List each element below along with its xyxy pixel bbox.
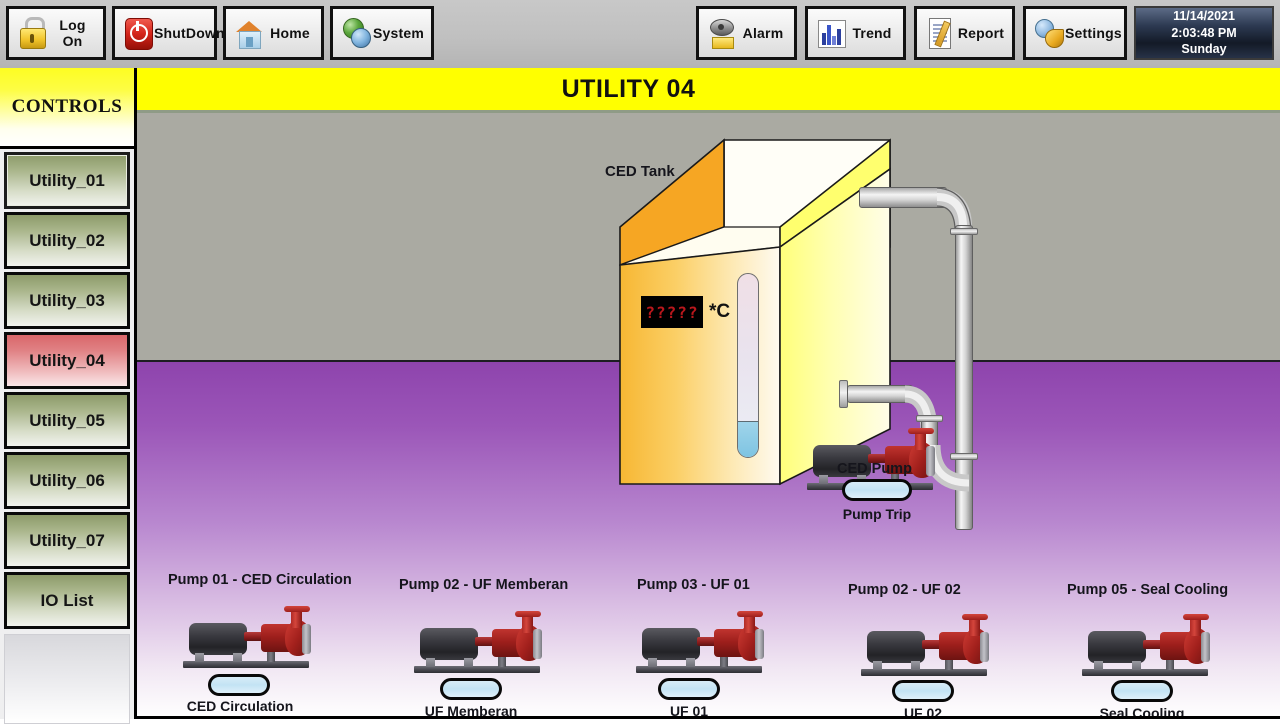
page-title: UTILITY 04: [561, 74, 696, 103]
tank-temperature-display[interactable]: ?????: [641, 296, 703, 328]
system-button[interactable]: System: [330, 6, 434, 60]
main-panel: UTILITY 04 CED Tank ????? *C CED Pump Pu…: [137, 68, 1280, 719]
controls-sidebar: CONTROLS Utility_01 Utility_02 Utility_0…: [0, 68, 137, 724]
pump-01-graphic: [181, 606, 311, 668]
sidebar-item-utility-02[interactable]: Utility_02: [4, 212, 130, 269]
pump-01-title: Pump 01 - CED Circulation: [168, 572, 352, 588]
pump-02-status-label: UF Memberan Pump Trip: [393, 703, 549, 716]
sidebar-item-label: Utility_01: [29, 170, 105, 190]
clock-day: Sunday: [1181, 42, 1227, 57]
pump-02-status-line1: UF Memberan: [424, 703, 518, 716]
sidebar-item-label: Utility_02: [29, 230, 105, 250]
alarm-button[interactable]: Alarm: [696, 6, 797, 60]
process-diagram: CED Tank ????? *C CED Pump Pump Trip Pum…: [137, 113, 1280, 716]
pump-suction-cover: [926, 446, 935, 476]
sidebar-item-utility-05[interactable]: Utility_05: [4, 392, 130, 449]
ced-pump-status-indicator[interactable]: [842, 479, 912, 501]
sidebar-item-label: Utility_03: [29, 290, 105, 310]
sidebar-item-utility-06[interactable]: Utility_06: [4, 452, 130, 509]
pump-04-status-label: UF 02: [845, 705, 1001, 716]
power-icon: [122, 16, 154, 50]
sidebar-item-utility-03[interactable]: Utility_03: [4, 272, 130, 329]
clock-date: 11/14/2021: [1173, 8, 1235, 23]
home-button[interactable]: Home: [223, 6, 324, 60]
sidebar-item-label: Utility_06: [29, 470, 105, 490]
pump-05-status-indicator[interactable]: [1111, 680, 1173, 702]
pump-03-status-label: UF 01: [611, 703, 767, 716]
globe-icon: [340, 16, 372, 50]
pump-03-status-indicator[interactable]: [658, 678, 720, 700]
sidebar-filler: [4, 634, 130, 724]
shutdown-button[interactable]: ShutDown: [112, 6, 225, 60]
page-title-bar: UTILITY 04: [137, 68, 1280, 113]
pipe-flange-upper: [950, 228, 978, 235]
settings-button[interactable]: Settings: [1023, 6, 1127, 60]
pump-01-status-label: CED Circulation Pump Trip: [162, 698, 318, 716]
tank-level-gauge: [737, 273, 759, 458]
pump-02-title: Pump 02 - UF Memberan: [399, 577, 569, 593]
pump-05-title: Pump 05 - Seal Cooling: [1067, 582, 1229, 598]
controls-header: CONTROLS: [0, 68, 134, 149]
house-icon: [233, 16, 265, 50]
log-on-button[interactable]: Log On: [6, 6, 106, 60]
pump-04-status-line1: UF 02: [903, 705, 943, 716]
pump-05-graphic: [1080, 614, 1210, 676]
clock-time: 2:03:48 PM: [1171, 25, 1237, 40]
sidebar-item-io-list[interactable]: IO List: [4, 572, 130, 629]
bar-chart-icon: [815, 16, 847, 50]
tank-temperature-value: ?????: [645, 302, 699, 322]
document-pen-icon: [924, 16, 956, 50]
gear-wrench-icon: [1033, 16, 1065, 50]
sidebar-item-utility-04[interactable]: Utility_04: [4, 332, 130, 389]
pump-03-status-line1: UF 01: [669, 703, 709, 716]
clock-display: 11/14/2021 2:03:48 PM Sunday: [1134, 6, 1274, 60]
trend-button[interactable]: Trend: [805, 6, 906, 60]
top-toolbar: Log On ShutDown Home System Alarm Trend …: [0, 0, 1280, 70]
tank-level-fill: [738, 421, 758, 457]
tank-temperature-unit: *C: [709, 301, 731, 322]
pump-discharge-flange: [908, 428, 934, 434]
pump-03-graphic: [634, 611, 764, 673]
pump-01-status-indicator[interactable]: [208, 674, 270, 696]
controls-header-label: CONTROLS: [11, 96, 123, 117]
pump-motor-foot: [819, 475, 828, 484]
sidebar-item-label: Utility_05: [29, 410, 105, 430]
pump-03-title: Pump 03 - UF 01: [637, 577, 750, 593]
sidebar-item-utility-07[interactable]: Utility_07: [4, 512, 130, 569]
pump-inlet-flange: [916, 415, 943, 422]
bell-icon: [706, 16, 738, 50]
pump-04-graphic: [859, 614, 989, 676]
ced-pump-status-label: Pump Trip: [842, 506, 912, 522]
pump-01-status-line2: Pump Trip: [162, 714, 318, 716]
sidebar-item-utility-01[interactable]: Utility_01: [4, 152, 130, 209]
sidebar-item-label: IO List: [40, 590, 94, 610]
report-button[interactable]: Report: [914, 6, 1015, 60]
lock-icon: [16, 16, 48, 50]
sidebar-item-label: Utility_04: [29, 350, 105, 370]
pump-04-title: Pump 02 - UF 02: [848, 582, 961, 598]
pump-05-status-line1: Seal Cooling: [1099, 705, 1185, 716]
pump-02-status-indicator[interactable]: [440, 678, 502, 700]
pump-02-graphic: [412, 611, 542, 673]
hmi-screen: Log On ShutDown Home System Alarm Trend …: [0, 0, 1280, 724]
ced-pump-title: CED Pump: [837, 461, 912, 477]
sidebar-item-label: Utility_07: [29, 530, 105, 550]
pump-01-status-line1: CED Circulation: [186, 698, 294, 714]
pump-04-status-indicator[interactable]: [892, 680, 954, 702]
pump-05-status-label: Seal Cooling: [1064, 705, 1220, 716]
